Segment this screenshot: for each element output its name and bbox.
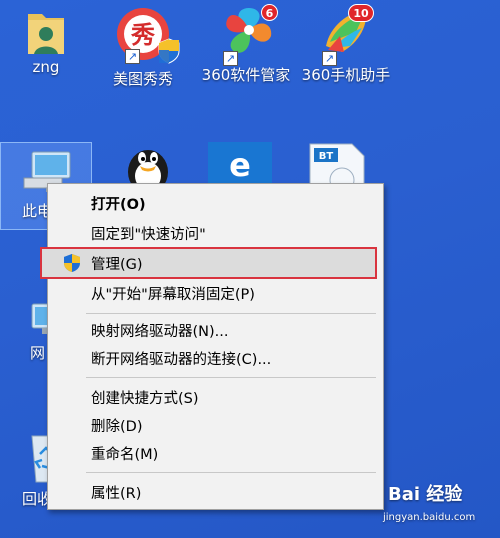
desktop-icon-label: zng bbox=[32, 58, 60, 76]
shortcut-arrow-icon: ↗ bbox=[322, 51, 337, 66]
shortcut-arrow-icon: ↗ bbox=[223, 51, 238, 66]
menu-item-rename[interactable]: 重命名(M) bbox=[51, 440, 380, 466]
notification-badge: 6 bbox=[261, 4, 278, 21]
baidu-watermark: Bai 经验 bbox=[388, 484, 463, 505]
user-folder-icon bbox=[22, 6, 70, 54]
svg-text:e: e bbox=[229, 146, 251, 184]
meitu-icon: 秀 ↗ bbox=[117, 6, 180, 64]
desktop-icon-label: 美图秀秀 bbox=[112, 70, 173, 88]
menu-separator bbox=[86, 313, 376, 314]
menu-item-open[interactable]: 打开(O) bbox=[51, 190, 380, 216]
menu-separator bbox=[86, 472, 376, 473]
svg-text:BT: BT bbox=[319, 151, 334, 162]
menu-item-unpin-start[interactable]: 从"开始"屏幕取消固定(P) bbox=[51, 280, 380, 306]
qq-icon[interactable] bbox=[120, 140, 176, 194]
desktop-icon-meitu[interactable]: 秀 ↗ 美图秀秀 bbox=[101, 6, 185, 89]
shortcut-arrow-icon: ↗ bbox=[125, 49, 140, 64]
desktop-icon-label: 360软件管家 bbox=[201, 66, 291, 84]
menu-item-map-network-drive[interactable]: 映射网络驱动器(N)... bbox=[51, 317, 380, 343]
menu-item-disconnect-network-drive[interactable]: 断开网络驱动器的连接(C)... bbox=[51, 345, 380, 371]
menu-item-pin-quick-access[interactable]: 固定到"快速访问" bbox=[51, 220, 380, 246]
360-software-manager-icon: 6 ↗ bbox=[221, 2, 278, 66]
desktop-icon-360-software[interactable]: 6 ↗ 360软件管家 bbox=[199, 2, 299, 85]
baidu-watermark-url: jingyan.baidu.com bbox=[383, 512, 476, 523]
360-phone-assistant-icon: 10 ↗ bbox=[320, 2, 376, 66]
desktop-icon-label: 360手机助手 bbox=[301, 66, 391, 84]
svg-text:秀: 秀 bbox=[130, 21, 155, 49]
bt-file-icon[interactable]: BT bbox=[306, 140, 368, 193]
uac-shield-icon bbox=[158, 38, 180, 64]
desktop-icon-360-phone[interactable]: 10 ↗ 360手机助手 bbox=[296, 2, 400, 85]
menu-item-delete[interactable]: 删除(D) bbox=[51, 412, 380, 438]
uac-shield-icon bbox=[64, 254, 80, 272]
menu-separator bbox=[86, 377, 376, 378]
context-menu: 打开(O) 固定到"快速访问" 管理(G) 从"开始"屏幕取消固定(P) 映射网… bbox=[40, 183, 384, 510]
menu-item-properties[interactable]: 属性(R) bbox=[51, 479, 380, 505]
notification-badge: 10 bbox=[348, 4, 374, 22]
desktop-icon-zng[interactable]: zng bbox=[4, 6, 88, 76]
menu-item-manage[interactable]: 管理(G) bbox=[51, 250, 380, 276]
menu-item-create-shortcut[interactable]: 创建快捷方式(S) bbox=[51, 384, 380, 410]
edge-icon[interactable]: e bbox=[208, 142, 272, 184]
